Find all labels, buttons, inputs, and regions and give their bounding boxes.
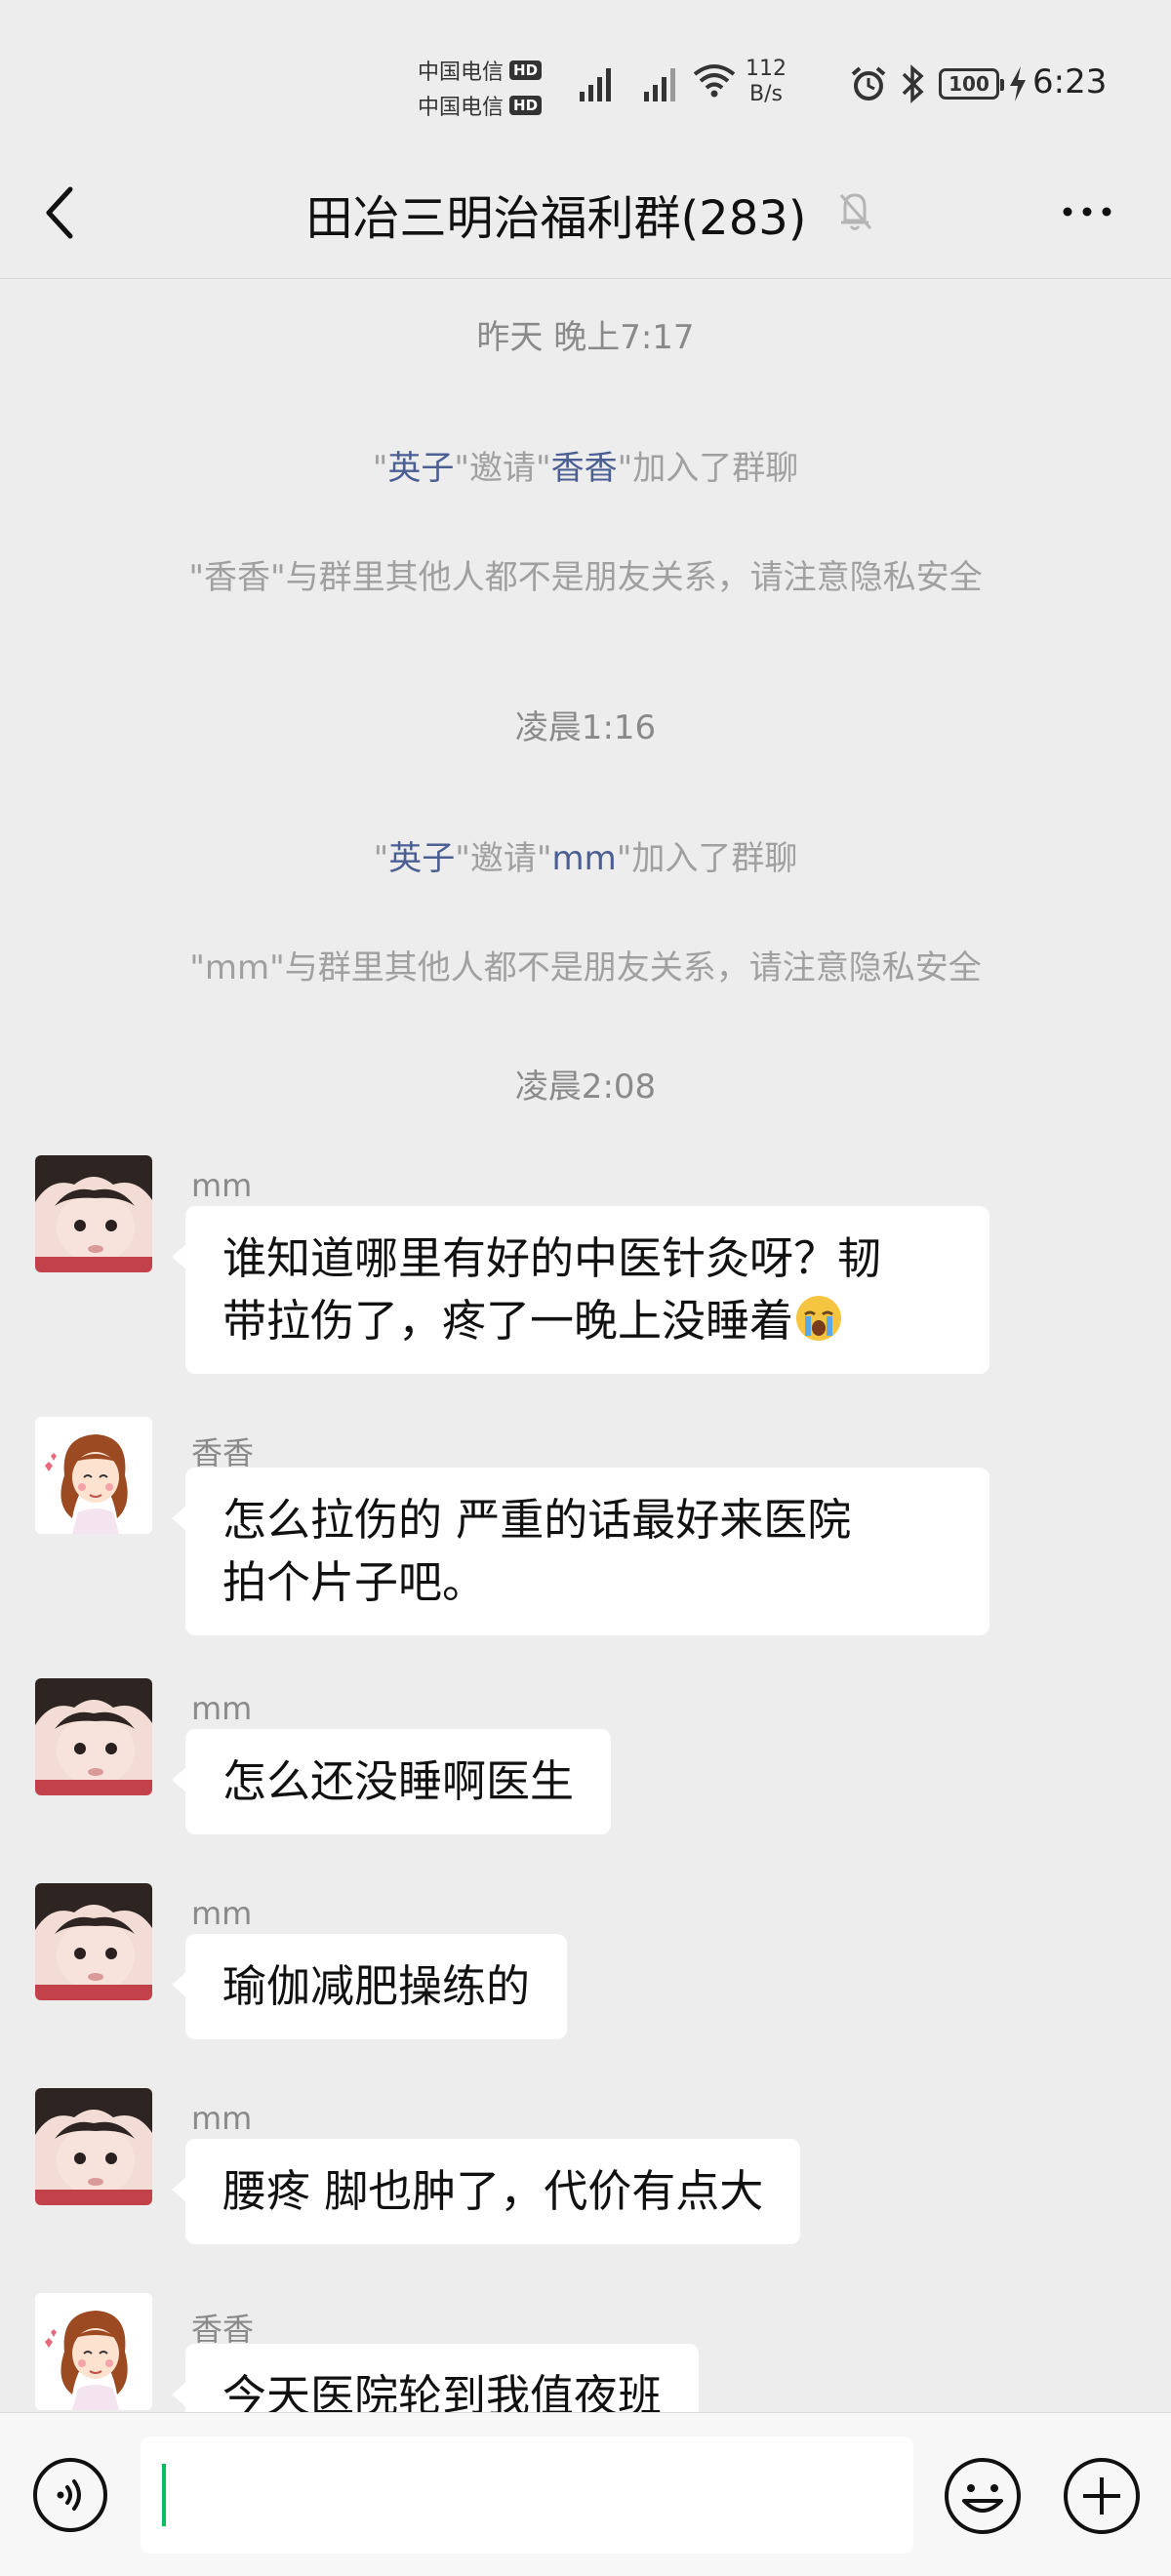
emoji-icon[interactable] xyxy=(943,2456,1023,2536)
plus-more-icon[interactable] xyxy=(1062,2456,1142,2536)
network-speed-unit: B/s xyxy=(749,82,783,106)
message-text-line: 谁知道哪里有好的中医针灸呀？韧 xyxy=(222,1232,882,1284)
sender-name: mm xyxy=(191,1690,253,1727)
text-caret xyxy=(162,2464,166,2526)
message-text-line: 带拉伤了，疼了一晚上没睡着 xyxy=(222,1295,794,1347)
more-options-icon[interactable] xyxy=(1060,197,1114,226)
quote-mark: " xyxy=(372,449,388,488)
avatar[interactable] xyxy=(35,2088,152,2205)
voice-input-icon[interactable] xyxy=(31,2456,109,2534)
system-message-invite: "英子"邀请"香香"加入了群聊 xyxy=(0,441,1171,489)
message-input[interactable] xyxy=(141,2436,913,2554)
sender-name: mm xyxy=(191,1895,253,1932)
invite-suffix: "加入了群聊 xyxy=(616,839,798,878)
back-arrow-icon[interactable] xyxy=(37,181,84,244)
bluetooth-icon xyxy=(902,64,924,103)
signal-icon xyxy=(580,68,611,101)
baby-avatar-icon xyxy=(35,1155,152,1272)
input-bar xyxy=(0,2412,1171,2576)
alarm-icon xyxy=(851,66,886,101)
quote-mark: " xyxy=(373,839,389,878)
mute-bell-icon xyxy=(839,193,872,230)
avatar[interactable] xyxy=(35,1155,152,1272)
wifi-icon xyxy=(693,64,736,98)
timestamp: 凌晨2:08 xyxy=(514,1067,657,1107)
network-speed: 112 B/s xyxy=(742,57,790,107)
inviter-name[interactable]: 英子 xyxy=(388,839,455,878)
network-speed-value: 112 xyxy=(746,57,787,81)
avatar[interactable] xyxy=(35,2293,152,2410)
chat-header: 田冶三明治福利群(283) xyxy=(0,146,1171,279)
cartoon-girl-avatar-icon xyxy=(35,1417,152,1534)
message-bubble[interactable]: 今天医院轮到我值夜班 xyxy=(171,2344,700,2412)
baby-avatar-icon xyxy=(35,1678,152,1795)
battery-indicator: 100 xyxy=(939,68,1004,100)
invitee-name[interactable]: mm xyxy=(552,839,617,878)
hd-badge: HD xyxy=(509,60,543,80)
crying-emoji-icon xyxy=(796,1296,842,1341)
avatar[interactable] xyxy=(35,1417,152,1534)
invite-connector: "邀请" xyxy=(454,449,551,488)
system-message-invite: "英子"邀请"mm"加入了群聊 xyxy=(0,831,1171,879)
privacy-notice: "香香"与群里其他人都不是朋友关系，请注意隐私安全 xyxy=(188,558,983,597)
message-text-line: 怎么拉伤的 严重的话最好来医院 xyxy=(222,1494,852,1546)
sender-name: mm xyxy=(191,2100,253,2137)
hd-badge: HD xyxy=(509,96,543,115)
signal-icon xyxy=(644,68,675,101)
message-bubble[interactable]: 怎么拉伤的 严重的话最好来医院 拍个片子吧。 xyxy=(172,1468,989,1635)
avatar[interactable] xyxy=(35,1883,152,2000)
message-text-line: 拍个片子吧。 xyxy=(222,1556,487,1608)
avatar[interactable] xyxy=(35,1678,152,1795)
cartoon-girl-avatar-icon xyxy=(35,2293,152,2410)
invite-connector: "邀请" xyxy=(455,839,552,878)
inviter-name[interactable]: 英子 xyxy=(387,449,454,488)
invitee-name[interactable]: 香香 xyxy=(551,449,618,488)
sender-name: mm xyxy=(191,1167,253,1204)
privacy-notice: "mm"与群里其他人都不是朋友关系，请注意隐私安全 xyxy=(189,948,982,987)
message-bubble[interactable]: 谁知道哪里有好的中医针灸呀？韧 带拉伤了，疼了一晚上没睡着 xyxy=(172,1206,989,1374)
carrier-2-label: 中国电信 xyxy=(418,96,505,120)
status-time: 6:23 xyxy=(1032,62,1108,101)
status-bar: 中国电信 HD 中国电信 HD 112 B/s 100 6:23 xyxy=(0,0,1171,146)
baby-avatar-icon xyxy=(35,2088,152,2205)
invite-suffix: "加入了群聊 xyxy=(617,449,799,488)
message-bubble[interactable]: 腰疼 脚也肿了，代价有点大 xyxy=(171,2139,801,2244)
message-list[interactable]: 昨天 晚上7:17 "英子"邀请"香香"加入了群聊 "香香"与群里其他人都不是朋… xyxy=(0,279,1171,2412)
message-bubble[interactable]: 瑜伽减肥操练的 xyxy=(171,1934,568,2039)
carrier-info: 中国电信 HD 中国电信 HD xyxy=(418,53,554,123)
chat-title: 田冶三明治福利群(283) xyxy=(305,191,807,246)
baby-avatar-icon xyxy=(35,1883,152,2000)
charging-icon xyxy=(1010,66,1026,101)
carrier-1-label: 中国电信 xyxy=(418,60,505,85)
timestamp: 昨天 晚上7:17 xyxy=(476,318,695,357)
chat-screen: 中国电信 HD 中国电信 HD 112 B/s 100 6:23 田冶三明治福利… xyxy=(0,0,1171,2576)
timestamp: 凌晨1:16 xyxy=(514,708,657,747)
message-bubble[interactable]: 怎么还没睡啊医生 xyxy=(171,1729,612,1834)
